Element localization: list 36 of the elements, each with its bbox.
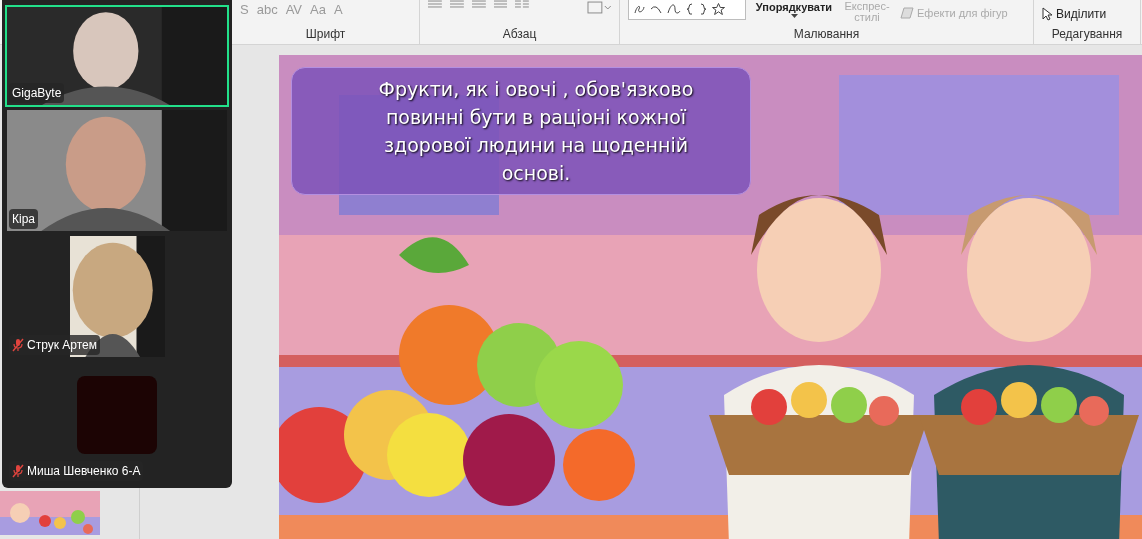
font-format-button[interactable]: Aa — [310, 3, 326, 16]
caption-text: Фрукти, як і овочі , обов'язково — [378, 77, 694, 102]
group-label: Абзац — [502, 26, 537, 43]
quick-styles-label[interactable]: стилі — [854, 12, 880, 23]
caption-text: здорової людини на щоденній — [383, 133, 688, 158]
caption-text: повинні бути в раціоні кожної — [385, 105, 687, 130]
participant-name-label: GigaByte — [9, 83, 65, 103]
font-format-button[interactable]: abc — [256, 3, 278, 16]
font-format-button[interactable]: A — [333, 3, 343, 16]
shapes-gallery[interactable] — [628, 0, 746, 20]
quick-styles-label[interactable]: Експрес- — [844, 1, 890, 12]
select-button[interactable]: Виділити — [1042, 5, 1107, 23]
caption-text: основі. — [501, 161, 571, 186]
brace-icon[interactable] — [686, 3, 694, 15]
video-tile[interactable]: GigaByte — [5, 5, 229, 107]
font-format-button[interactable]: AV — [285, 3, 303, 16]
group-label: Малювання — [793, 26, 860, 43]
dropdown-caret-icon[interactable] — [790, 14, 798, 18]
wave-icon[interactable] — [667, 3, 681, 15]
arrange-label[interactable]: Упорядкувати — [755, 1, 833, 14]
shape-effects-button[interactable]: Ефекти для фігур — [900, 5, 1008, 22]
participant-name-label: Миша Шевченко 6-А — [9, 461, 144, 481]
video-tile[interactable]: Кіра — [5, 108, 229, 233]
freeform-icon[interactable] — [633, 3, 645, 15]
brace-icon[interactable] — [699, 3, 707, 15]
participant-name-label: Кіра — [9, 209, 38, 229]
video-tile[interactable]: Миша Шевченко 6-А — [5, 360, 229, 485]
arc-icon[interactable] — [650, 3, 662, 15]
group-label: Редагування — [1051, 26, 1123, 43]
cursor-icon — [1042, 7, 1052, 21]
participant-name-label: Струк Артем — [9, 335, 100, 355]
effects-icon — [900, 7, 914, 20]
group-label: Шрифт — [305, 26, 346, 43]
font-format-button[interactable]: S — [240, 3, 249, 16]
star-icon[interactable] — [712, 3, 725, 15]
video-tile[interactable]: Струк Артем — [5, 234, 229, 359]
